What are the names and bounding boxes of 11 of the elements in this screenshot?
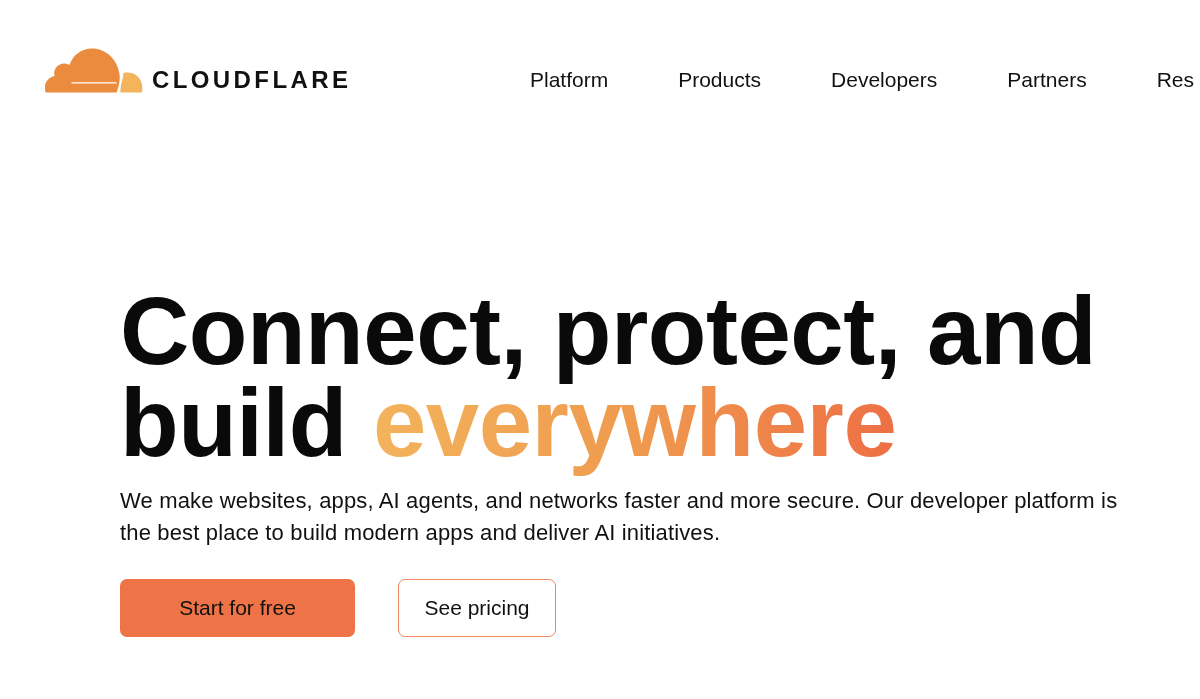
- nav-link[interactable]: Res: [1156, 67, 1195, 93]
- logo-wordmark: CLOUDFLARE: [152, 68, 352, 92]
- pricing-button[interactable]: See pricing: [398, 579, 556, 637]
- nav-link[interactable]: Products: [678, 67, 762, 93]
- cloud-icon: [45, 47, 143, 93]
- hero-heading: Connect, protect, and build everywhere: [120, 285, 1098, 478]
- start-button[interactable]: Start for free: [120, 579, 355, 637]
- nav-link[interactable]: Developers: [831, 67, 938, 93]
- nav-link[interactable]: Platform: [530, 67, 609, 93]
- hero-description: We make websites, apps, AI agents, and networks faster and more secure. Our developer platform is the best place to build modern apps and deliver AI initiatives.: [120, 487, 1119, 547]
- nav-link[interactable]: Partners: [1007, 67, 1087, 93]
